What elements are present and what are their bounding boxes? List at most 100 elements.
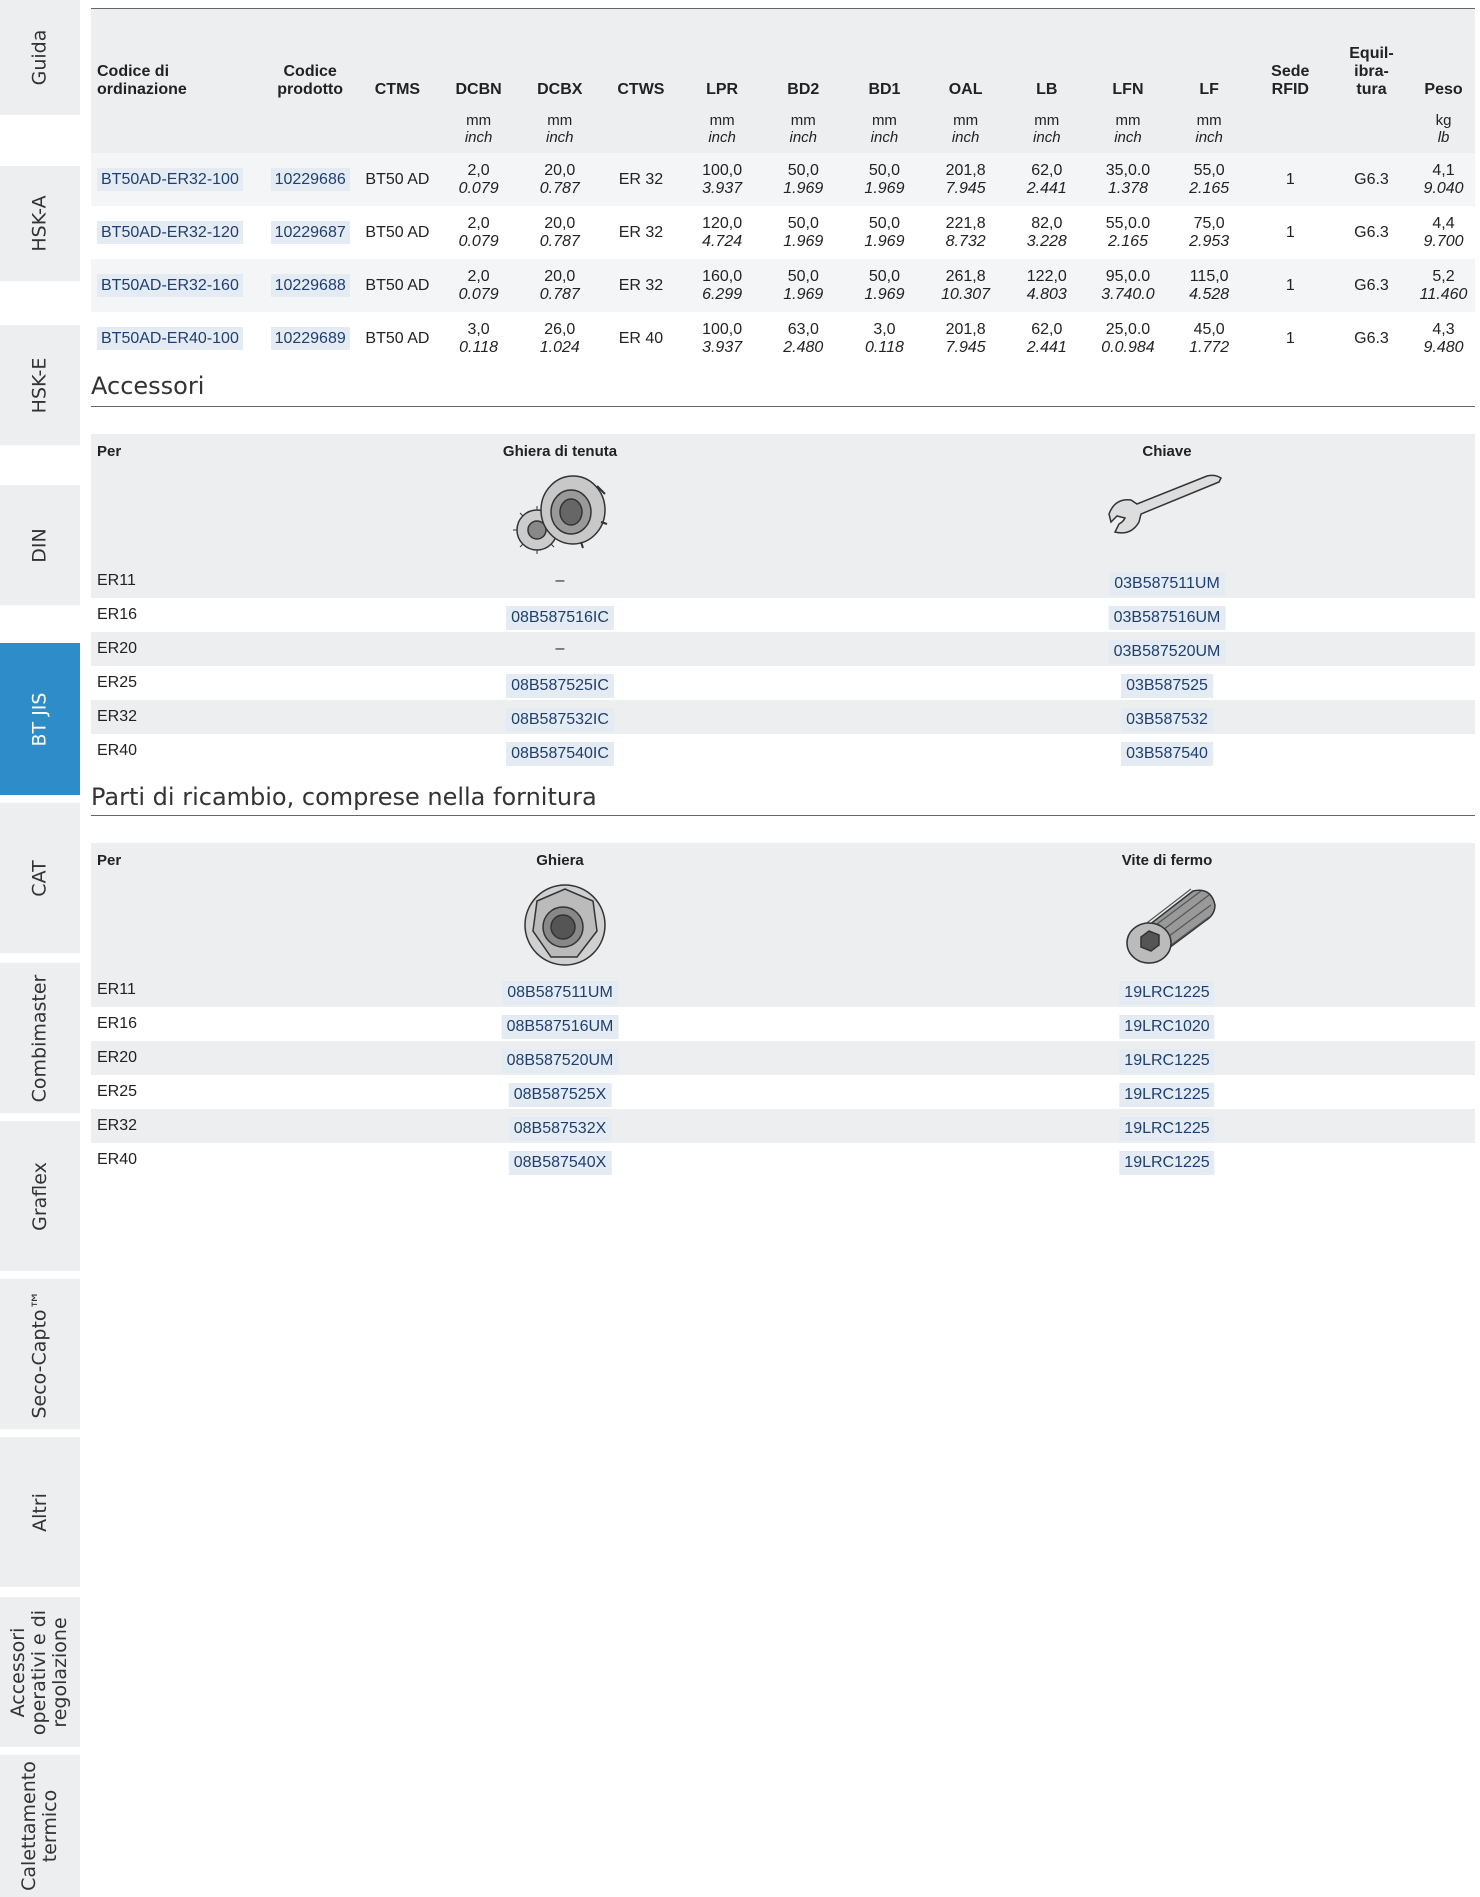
side-tab-altri[interactable]: Altri bbox=[0, 1437, 80, 1587]
part-code-link[interactable]: 03B587532 bbox=[1121, 708, 1213, 732]
lb-cell: 62,0 2.441 bbox=[1006, 312, 1087, 365]
order-code-link[interactable]: BT50AD-ER32-100 bbox=[97, 167, 243, 191]
bd1-cell: 50,0 1.969 bbox=[844, 206, 925, 259]
bd2-cell: 50,0 1.969 bbox=[762, 153, 844, 206]
side-tab-hsk-a[interactable]: HSK-A bbox=[0, 166, 80, 281]
accessori-table: Per Ghiera di tenuta Chiave ER11 – 03B58… bbox=[91, 434, 1475, 768]
part-code-link[interactable]: 19LRC1225 bbox=[1119, 1083, 1215, 1107]
product-code-cell: 10229688 bbox=[263, 259, 357, 312]
dcbx-imperial: 1.024 bbox=[539, 338, 580, 356]
part-code-link[interactable]: 03B587511UM bbox=[1109, 572, 1225, 596]
header-per: Per bbox=[97, 443, 122, 460]
product-code-link[interactable]: 10229688 bbox=[270, 273, 350, 297]
unit-metric: mm bbox=[1034, 112, 1060, 129]
part-code-link[interactable]: 08B587525IC bbox=[506, 674, 614, 698]
dcbx-cell: 20,0 0.787 bbox=[519, 153, 601, 206]
column-header: Codice prodotto bbox=[263, 9, 357, 105]
size-label: ER32 bbox=[97, 708, 138, 725]
part-code-link[interactable]: 08B587540X bbox=[508, 1151, 612, 1175]
weight-cell: 5,2 11.460 bbox=[1412, 259, 1475, 312]
side-tab-bt-jis[interactable]: BT JIS bbox=[0, 643, 80, 795]
bd1-imperial: 1.969 bbox=[864, 285, 905, 303]
table-row: ER11 – 03B587511UM bbox=[91, 564, 1475, 598]
part-code-link[interactable]: 19LRC1020 bbox=[1119, 1015, 1215, 1039]
product-code-link[interactable]: 10229689 bbox=[270, 326, 350, 350]
product-code-cell: 10229687 bbox=[263, 206, 356, 259]
part-code-link[interactable]: 08B587516UM bbox=[501, 1015, 619, 1039]
bd2-metric: 50,0 bbox=[787, 214, 819, 232]
part-code-link[interactable]: 08B587540IC bbox=[506, 742, 614, 766]
lfn-cell: 35,0.0 1.378 bbox=[1087, 153, 1169, 206]
weight-imperial: 11.460 bbox=[1419, 285, 1468, 303]
weight-metric: 4,1 bbox=[1432, 161, 1455, 179]
lfn-imperial: 3.740.0 bbox=[1101, 285, 1155, 303]
dcbn-imperial: 0.079 bbox=[458, 179, 499, 197]
ctms-cell: BT50 AD bbox=[365, 329, 430, 347]
part-code-link[interactable]: 08B587520UM bbox=[501, 1049, 619, 1073]
weight-metric: 4,4 bbox=[1432, 214, 1455, 232]
bd1-metric: 3,0 bbox=[873, 320, 896, 338]
order-code-link[interactable]: BT50AD-ER40-100 bbox=[97, 326, 243, 350]
dcbx-metric: 20,0 bbox=[544, 161, 576, 179]
part-code-link[interactable]: 08B587516IC bbox=[506, 606, 614, 630]
part-code-link[interactable]: 08B587525X bbox=[508, 1083, 612, 1107]
order-code-link[interactable]: BT50AD-ER32-120 bbox=[97, 220, 243, 244]
dcbn-cell: 2,0 0.079 bbox=[438, 206, 519, 259]
header-ghiera-di-tenuta: Ghiera di tenuta bbox=[502, 443, 618, 460]
column-header: Equil- ibra- tura bbox=[1330, 9, 1413, 105]
unit-imperial: lb bbox=[1437, 129, 1450, 146]
unit-metric: mm bbox=[1196, 112, 1222, 129]
part-code-empty: – bbox=[555, 572, 565, 589]
lb-imperial: 2.441 bbox=[1026, 179, 1067, 197]
lfn-cell: 25,0.0 0.0.984 bbox=[1087, 312, 1168, 365]
part-code-link[interactable]: 08B587532X bbox=[508, 1117, 612, 1141]
column-header: DCBX bbox=[519, 9, 601, 105]
part-code-link[interactable]: 08B587511UM bbox=[502, 981, 618, 1005]
unit-cell: mm inch bbox=[1087, 105, 1169, 153]
side-tab-label: CAT bbox=[28, 859, 51, 897]
order-code-link[interactable]: BT50AD-ER32-160 bbox=[97, 273, 243, 297]
part-code-link[interactable]: 08B587532IC bbox=[506, 708, 614, 732]
lb-imperial: 2.441 bbox=[1026, 338, 1067, 356]
wrench-icon bbox=[1108, 474, 1222, 534]
part-code-link[interactable]: 03B587540 bbox=[1121, 742, 1213, 766]
lf-cell: 45,0 1.772 bbox=[1169, 312, 1250, 365]
product-code-link[interactable]: 10229686 bbox=[270, 167, 350, 191]
lpr-imperial: 4.724 bbox=[702, 232, 743, 250]
part-code-link[interactable]: 03B587516UM bbox=[1108, 606, 1226, 630]
unit-cell bbox=[356, 105, 438, 153]
part-code-link[interactable]: 19LRC1225 bbox=[1119, 1049, 1215, 1073]
oal-imperial: 8.732 bbox=[945, 232, 986, 250]
dcbx-metric: 20,0 bbox=[544, 267, 576, 285]
part-code-link[interactable]: 19LRC1225 bbox=[1119, 981, 1215, 1005]
product-code-link[interactable]: 10229687 bbox=[270, 220, 350, 244]
ctms-cell: BT50 AD bbox=[365, 223, 430, 241]
section-title-accessori: Accessori bbox=[91, 372, 205, 400]
dcbn-cell: 3,0 0.118 bbox=[438, 312, 519, 365]
side-tab-hsk-e[interactable]: HSK-E bbox=[0, 325, 80, 445]
column-header: Codice di ordinazione bbox=[91, 9, 264, 105]
section-divider bbox=[91, 406, 1475, 407]
table-row: ER20 08B587520UM 19LRC1225 bbox=[91, 1041, 1475, 1075]
dcbn-cell: 2,0 0.079 bbox=[438, 153, 520, 206]
ctws-cell: ER 32 bbox=[600, 259, 682, 312]
side-tab-label: BT JIS bbox=[28, 692, 51, 746]
side-tab-seco-capto[interactable]: Seco-Capto™ bbox=[0, 1279, 80, 1429]
side-tab-combimaster[interactable]: Combimaster bbox=[0, 963, 80, 1113]
unit-cell: mm inch bbox=[1006, 105, 1088, 153]
lb-cell: 62,0 2.441 bbox=[1006, 153, 1088, 206]
ctms-cell: BT50 AD bbox=[356, 259, 438, 312]
dcbn-metric: 2,0 bbox=[467, 161, 490, 179]
part-code-link[interactable]: 19LRC1225 bbox=[1119, 1151, 1215, 1175]
oal-cell: 201,8 7.945 bbox=[925, 312, 1006, 365]
side-tab-cat[interactable]: CAT bbox=[0, 803, 80, 953]
side-tab-graflex[interactable]: Graflex bbox=[0, 1121, 80, 1271]
part-code-link[interactable]: 19LRC1225 bbox=[1119, 1117, 1215, 1141]
part-code-link[interactable]: 03B587525 bbox=[1121, 674, 1213, 698]
side-tab-accessori-operativi[interactable]: Accessori operativi e di regolazione bbox=[0, 1597, 80, 1747]
unit-cell bbox=[263, 105, 357, 153]
side-tab-din[interactable]: DIN bbox=[0, 485, 80, 605]
side-tab-guida[interactable]: Guida bbox=[0, 0, 80, 115]
side-tab-calettamento-termico[interactable]: Calettamento termico bbox=[0, 1755, 80, 1897]
part-code-link[interactable]: 03B587520UM bbox=[1108, 640, 1226, 664]
